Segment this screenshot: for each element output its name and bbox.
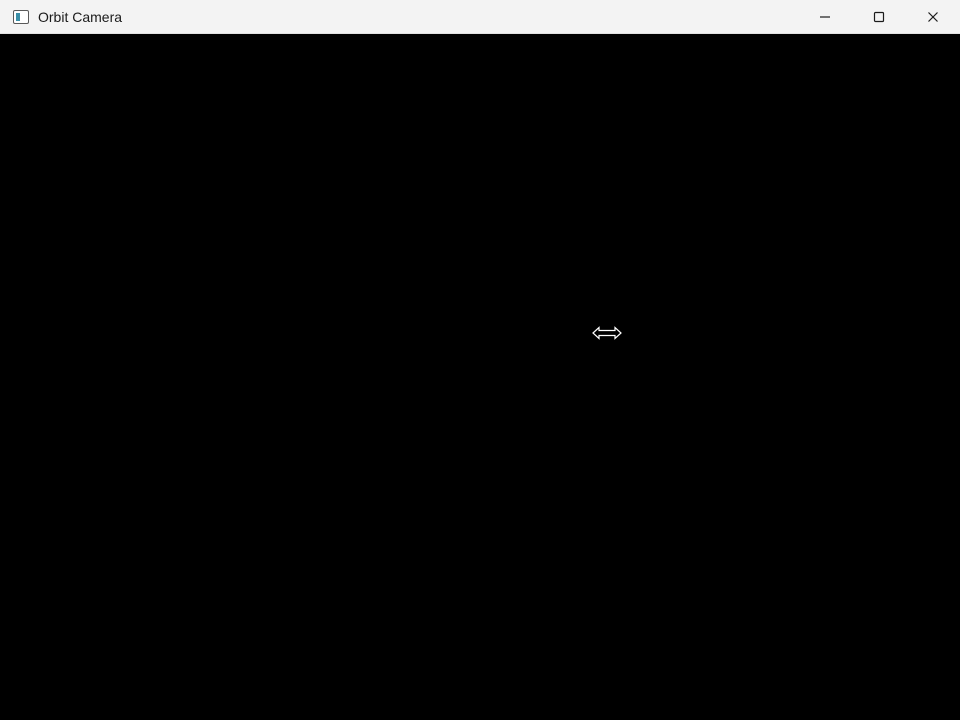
maximize-icon [873,11,885,22]
maximize-button[interactable] [852,0,906,34]
close-icon [928,11,938,22]
horizontal-resize-cursor-icon [592,326,622,340]
window-title: Orbit Camera [38,8,123,25]
render-viewport[interactable] [0,34,960,720]
window-controls [798,0,960,34]
title-bar[interactable]: Orbit Camera [0,0,960,34]
close-button[interactable] [906,0,960,34]
app-icon [13,9,29,24]
app-window: Orbit Camera [0,0,960,720]
minimize-icon [820,15,830,18]
minimize-button[interactable] [798,0,852,34]
